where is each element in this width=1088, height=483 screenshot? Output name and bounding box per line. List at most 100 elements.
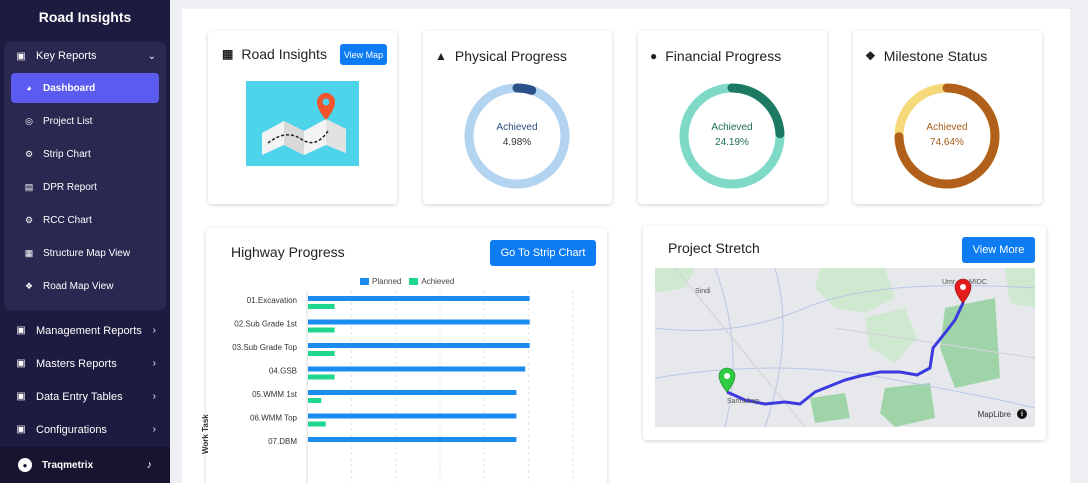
legend-swatch-achieved — [409, 278, 419, 285]
map-label-sindi: Sindi — [695, 288, 711, 295]
start-pin-shape — [718, 367, 736, 393]
project-stretch-title: Project Stretch — [668, 240, 760, 256]
legend-label: Achieved — [421, 277, 455, 286]
main-content: ▦ Road Insights View Map ▲ Physical Prog… — [182, 9, 1070, 483]
bar-achieved[interactable] — [308, 374, 335, 380]
pin-hole — [322, 98, 330, 106]
category-label: 07.DBM — [268, 437, 297, 446]
sidebar-item-road-map-view[interactable]: ❖ Road Map View — [11, 271, 159, 301]
legend-item-achieved[interactable]: Achieved — [409, 277, 454, 286]
sidebar-item-project-list[interactable]: ◎ Project List — [11, 106, 159, 136]
map-icon: ▦ — [24, 247, 34, 258]
sidebar-item-masters-reports[interactable]: ▣ Masters Reports › — [0, 347, 170, 380]
category-label: 03.Sub Grade Top — [232, 343, 297, 352]
road-insights-card: ▦ Road Insights View Map — [208, 31, 397, 204]
dashboard-icon: ◕ — [26, 83, 32, 93]
bar-achieved[interactable] — [308, 351, 335, 356]
start-marker-icon[interactable] — [718, 367, 736, 393]
sidebar-item-dashboard[interactable]: ◕ Dashboard — [11, 73, 159, 103]
bar-achieved[interactable] — [308, 421, 326, 427]
card-title-text: Milestone Status — [883, 48, 988, 64]
sidebar-item-label: Strip Chart — [43, 148, 91, 160]
category-label: 02.Sub Grade 1st — [234, 320, 297, 329]
key-reports-toggle[interactable]: ▣ Key Reports ⌄ — [4, 42, 166, 70]
signpost-icon: ❖ — [865, 49, 876, 63]
brand-title: Road Insights — [38, 9, 132, 25]
sidebar-item-label: DPR Report — [43, 181, 97, 193]
project-map[interactable]: Sindi Umr MIDC Samudrap MapLibre i — [655, 268, 1035, 427]
monitor-icon: ▣ — [16, 424, 26, 435]
milestone-status-title: ❖ Milestone Status — [865, 48, 987, 64]
card-title-text: Physical Progress — [454, 48, 567, 64]
bar-planned[interactable] — [308, 319, 530, 325]
y-axis-label: Work Task — [201, 414, 210, 454]
sidebar-item-rcc-chart[interactable]: ⚙ RCC Chart — [11, 205, 159, 235]
bar-planned[interactable] — [308, 413, 517, 419]
key-reports-label: Key Reports — [36, 50, 97, 62]
financial-progress-card: ● Financial Progress Achieved 24.19% — [638, 31, 827, 204]
end-pin-dot — [960, 284, 966, 290]
globe-icon: ◎ — [25, 115, 33, 126]
chevron-right-icon: › — [152, 325, 156, 336]
sidebar-item-configurations[interactable]: ▣ Configurations › — [0, 413, 170, 446]
go-to-strip-chart-button[interactable]: Go To Strip Chart — [490, 240, 596, 266]
category-label: 01.Excavation — [247, 296, 297, 305]
financial-achieved-value: 24.19% — [715, 137, 749, 148]
category-label: 06.WMM Top — [250, 414, 298, 423]
dollar-icon: ● — [650, 49, 658, 63]
sidebar-item-label: Dashboard — [43, 82, 96, 94]
milestone-achieved-value: 74.64% — [930, 137, 964, 148]
sidebar-item-dpr-report[interactable]: ▤ DPR Report — [11, 172, 159, 202]
chevron-right-icon: › — [152, 391, 156, 402]
gear-icon: ⚙ — [24, 148, 34, 159]
map-grey-road — [834, 327, 1035, 359]
info-icon[interactable]: i — [1017, 409, 1027, 419]
view-map-button[interactable]: View Map — [340, 44, 387, 65]
start-pin-dot — [724, 373, 730, 379]
maplibre-attribution[interactable]: MapLibre i — [978, 409, 1027, 419]
milestone-status-donut — [894, 83, 1000, 189]
sidebar-item-label: RCC Chart — [43, 214, 92, 226]
monitor-icon: ▣ — [16, 325, 26, 336]
bar-planned[interactable] — [308, 343, 530, 348]
bar-planned[interactable] — [308, 366, 526, 372]
bar-achieved[interactable] — [308, 304, 335, 309]
view-more-button[interactable]: View More — [962, 237, 1035, 263]
sidebar-item-data-entry-tables[interactable]: ▣ Data Entry Tables › — [0, 380, 170, 413]
milestone-status-card: ❖ Milestone Status Achieved 74.64% — [853, 31, 1042, 204]
legend-item-planned[interactable]: Planned — [360, 277, 401, 286]
highway-progress-chart: 01.Excavation 02.Sub Grade 1st 03.Sub Grad… — [232, 290, 574, 483]
legend-label: Planned — [372, 277, 402, 286]
physical-achieved-value: 4.98% — [502, 137, 532, 148]
sidebar-item-strip-chart[interactable]: ⚙ Strip Chart — [11, 139, 159, 169]
sidebar-item-management-reports[interactable]: ▣ Management Reports › — [0, 314, 170, 347]
project-stretch-card: Project Stretch View More Sindi Umr MIDC… — [643, 226, 1046, 440]
bar-planned[interactable] — [308, 437, 517, 442]
card-title-text: Financial Progress — [665, 48, 782, 64]
avatar[interactable]: ● — [18, 458, 32, 472]
map-label-umrer: Umr — [942, 279, 956, 286]
bar-achieved[interactable] — [308, 398, 322, 403]
category-label: 04.GSB — [269, 367, 297, 376]
map-illustration — [246, 81, 359, 166]
sidebar-item-structure-map-view[interactable]: ▦ Structure Map View — [11, 238, 159, 268]
bar-planned[interactable] — [308, 296, 530, 301]
chevron-down-icon: ⌄ — [147, 50, 156, 62]
road-signs-icon: ▦ — [222, 47, 234, 61]
physical-progress-title: ▲ Physical Progress — [435, 48, 567, 64]
map-green-area — [940, 298, 1000, 388]
financial-progress-donut — [679, 83, 785, 189]
map-canvas[interactable] — [655, 268, 1035, 427]
bar-planned[interactable] — [308, 390, 517, 395]
key-reports-group: ▣ Key Reports ⌄ ◕ Dashboard ◎ Project Li… — [4, 42, 166, 310]
sidebar-item-label: Configurations — [36, 423, 107, 436]
map-green-area — [655, 268, 695, 293]
bell-icon[interactable]: ♪ — [147, 459, 153, 471]
bar-achieved[interactable] — [308, 327, 335, 333]
chevron-right-icon: › — [152, 358, 156, 369]
road-icon: ▲ — [435, 49, 447, 63]
sidebar: Road Insights ▣ Key Reports ⌄ ◕ Dashboar… — [0, 0, 170, 483]
road-insights-title: ▦ Road Insights — [222, 46, 327, 62]
gear-icon: ⚙ — [24, 214, 34, 225]
physical-progress-donut — [464, 83, 570, 189]
